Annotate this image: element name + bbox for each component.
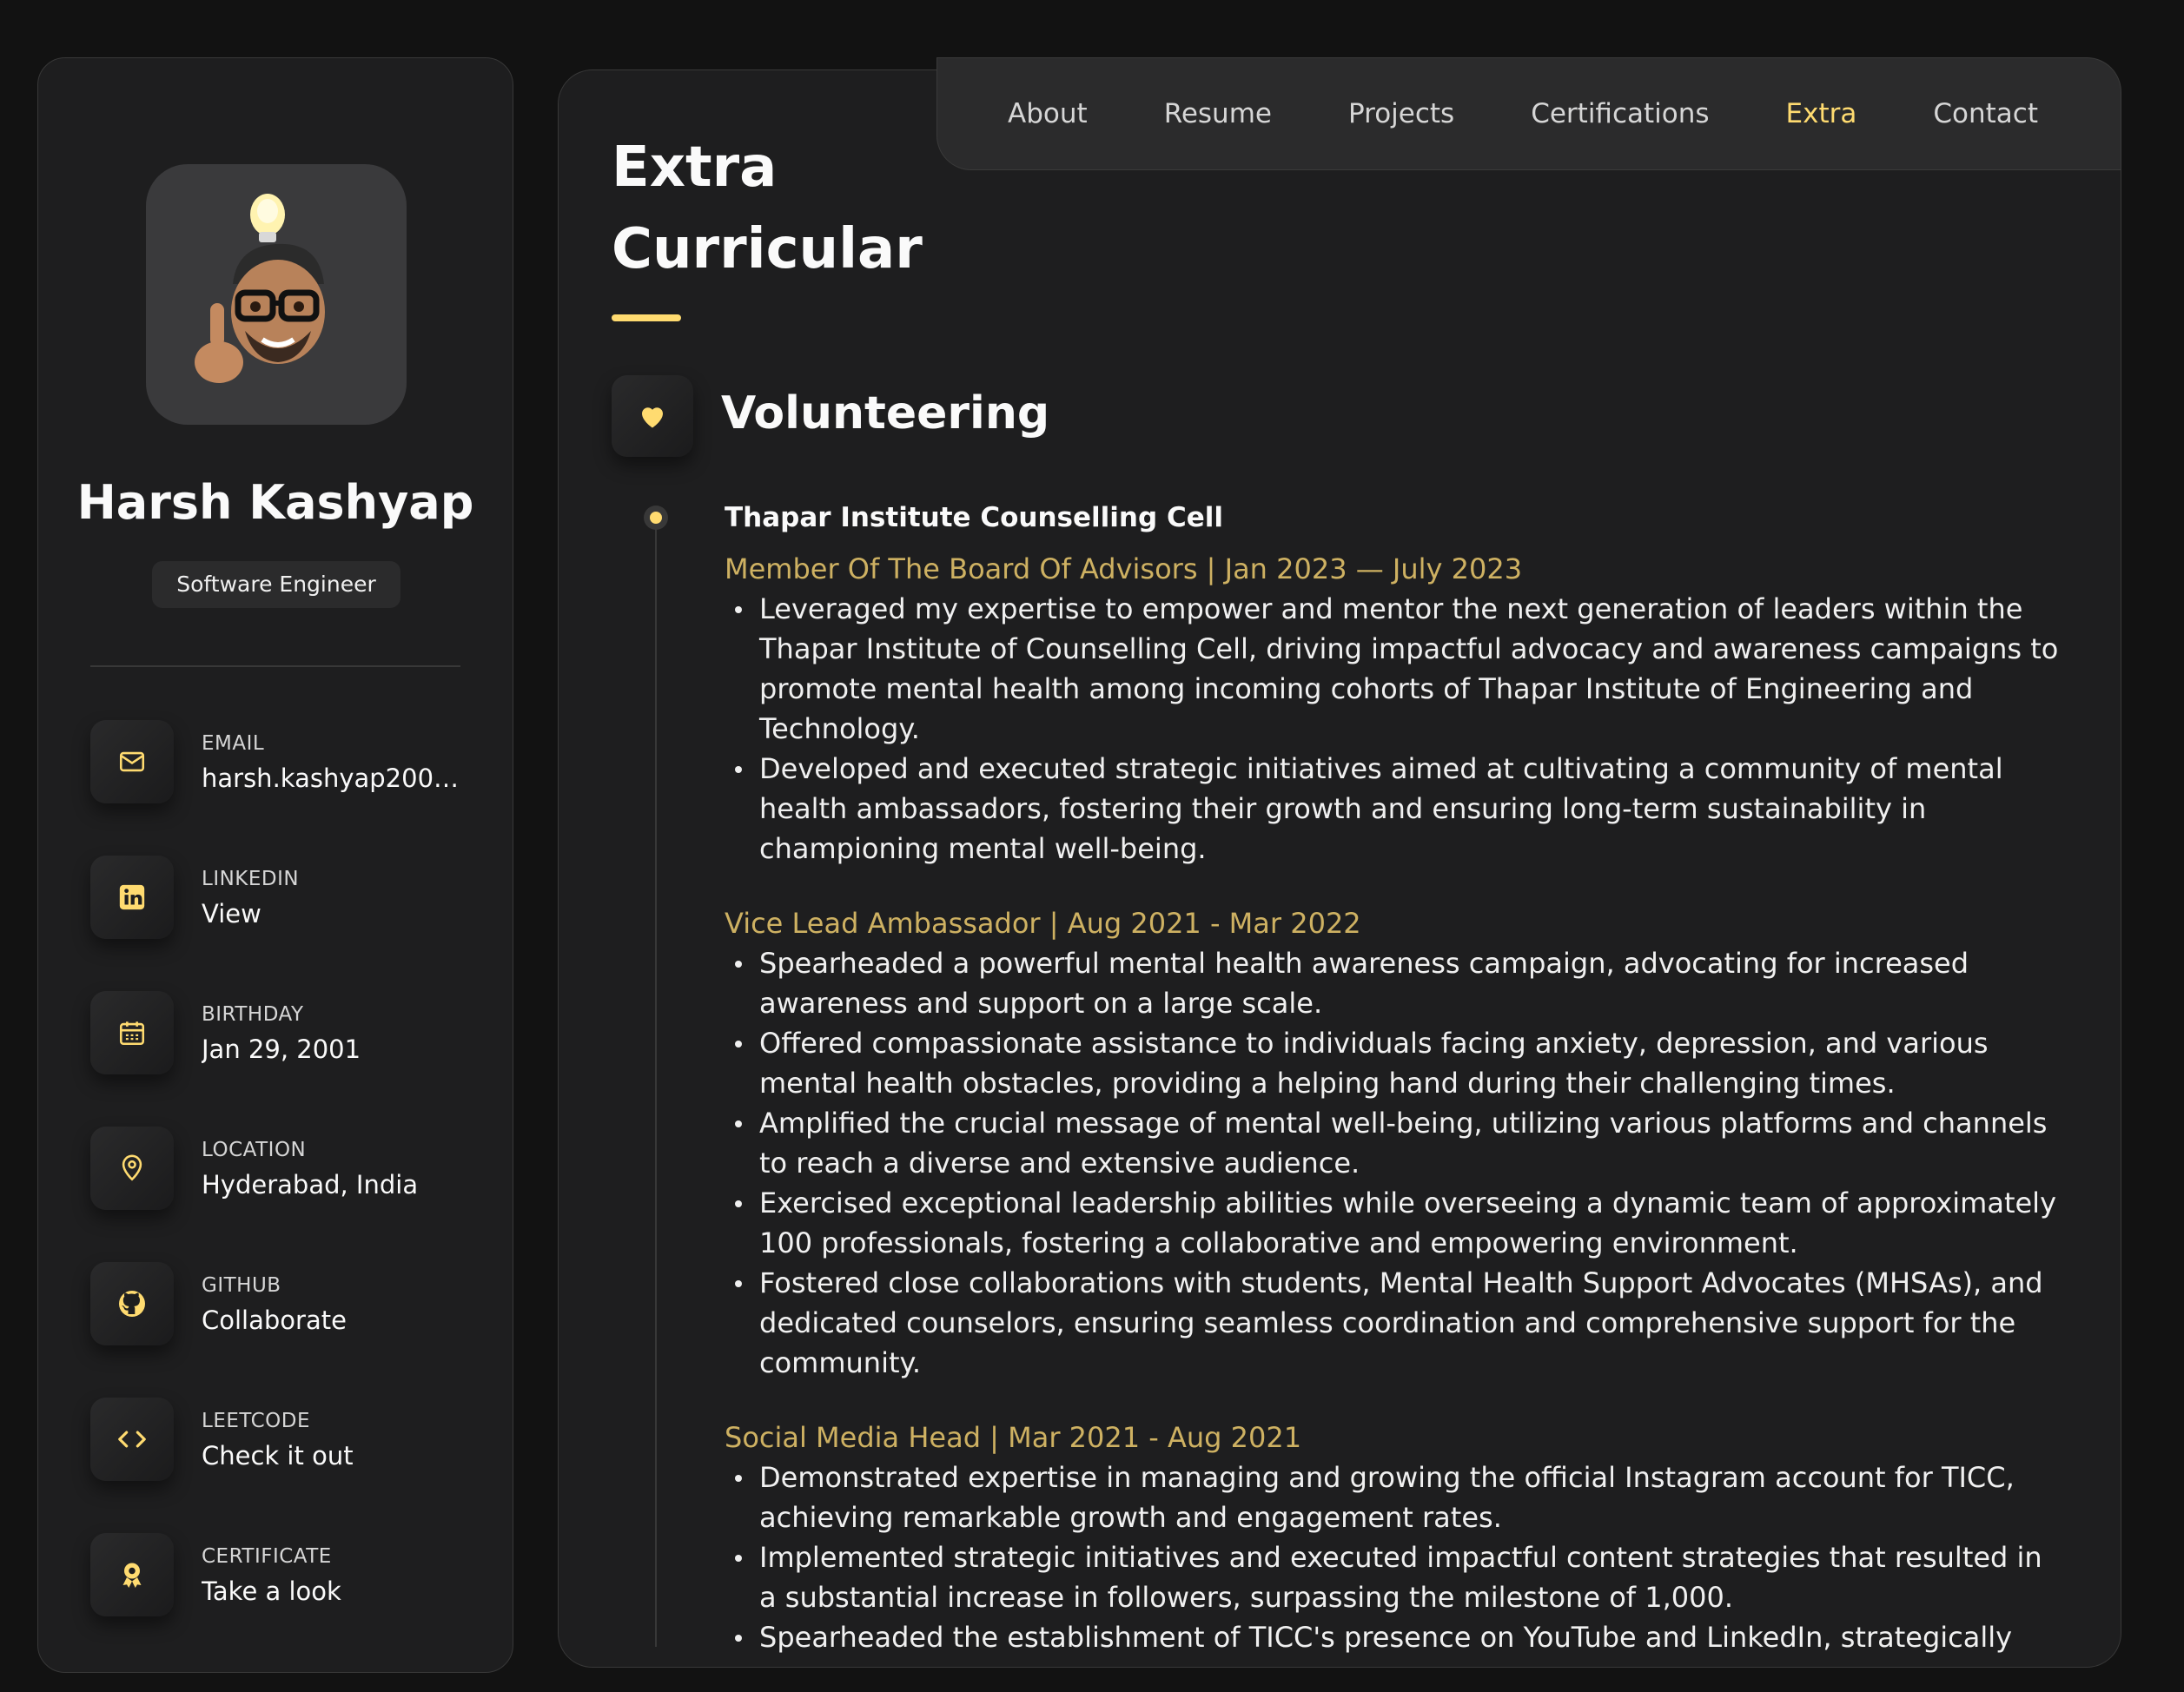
birthday-value: Jan 29, 2001 <box>202 1034 361 1064</box>
github-icon <box>90 1262 174 1345</box>
avatar <box>146 164 407 425</box>
list-item: Spearheaded a powerful mental health awa… <box>735 943 2062 1023</box>
nav-extra[interactable]: Extra <box>1786 98 1857 129</box>
calendar-icon <box>90 991 174 1074</box>
role-heading: Vice Lead Ambassador | Aug 2021 - Mar 20… <box>725 907 1361 940</box>
code-icon <box>90 1398 174 1481</box>
contact-location: LOCATION Hyderabad, India <box>90 1127 464 1213</box>
timeline-content: Thapar Institute Counselling Cell Member… <box>725 497 2062 1692</box>
role-points: Demonstrated expertise in managing and g… <box>725 1457 2062 1657</box>
page-title-line1: Extra <box>612 135 778 200</box>
list-item: Spearheaded the establishment of TICC's … <box>735 1617 2062 1657</box>
nav-contact[interactable]: Contact <box>1933 98 2038 129</box>
contact-certificate: CERTIFICATE Take a look <box>90 1533 464 1620</box>
github-link[interactable]: Collaborate <box>202 1305 347 1335</box>
nav-resume[interactable]: Resume <box>1164 98 1272 129</box>
contact-label: LOCATION <box>202 1139 307 1161</box>
role-heading: Social Media Head | Mar 2021 - Aug 2021 <box>725 1421 1302 1454</box>
timeline-line <box>655 518 657 1647</box>
linkedin-link[interactable]: View <box>202 899 261 929</box>
leetcode-link[interactable]: Check it out <box>202 1441 354 1471</box>
nav-projects[interactable]: Projects <box>1348 98 1454 129</box>
role-heading: Member Of The Board Of Advisors | Jan 20… <box>725 552 1523 585</box>
organization-name: Thapar Institute Counselling Cell <box>725 502 1223 533</box>
sidebar-divider <box>90 665 460 667</box>
role-points: Spearheaded a powerful mental health awa… <box>725 943 2062 1383</box>
location-value: Hyderabad, India <box>202 1170 419 1200</box>
list-item: Exercised exceptional leadership abiliti… <box>735 1183 2062 1263</box>
page-title-line2: Curricular <box>612 217 923 281</box>
profile-sidebar: Harsh Kashyap Software Engineer EMAIL ha… <box>37 57 513 1673</box>
list-item: Developed and executed strategic initiat… <box>735 749 2062 869</box>
section-title: Volunteering <box>721 387 1050 440</box>
list-item: Offered compassionate assistance to indi… <box>735 1023 2062 1103</box>
location-pin-icon <box>90 1127 174 1210</box>
memoji-avatar-icon <box>195 194 325 383</box>
contact-label: LEETCODE <box>202 1410 310 1432</box>
contact-label: CERTIFICATE <box>202 1545 332 1568</box>
top-navbar: About Resume Projects Certifications Ext… <box>936 57 2121 170</box>
contact-github: GITHUB Collaborate <box>90 1262 464 1349</box>
timeline-dot <box>644 506 668 530</box>
contact-linkedin: LINKEDIN View <box>90 856 464 942</box>
contact-birthday: BIRTHDAY Jan 29, 2001 <box>90 991 464 1078</box>
contact-leetcode: LEETCODE Check it out <box>90 1398 464 1484</box>
list-item: Amplified the crucial message of mental … <box>735 1103 2062 1183</box>
nav-certifications[interactable]: Certifications <box>1531 98 1709 129</box>
award-icon <box>90 1533 174 1616</box>
contact-label: GITHUB <box>202 1274 281 1297</box>
list-item: Demonstrated expertise in managing and g… <box>735 1457 2062 1537</box>
mail-icon <box>90 720 174 803</box>
page-title: Extra Curricular <box>612 127 1011 290</box>
heart-icon <box>612 375 693 457</box>
list-item: Fostered close collaborations with stude… <box>735 1263 2062 1383</box>
contact-label: EMAIL <box>202 732 265 755</box>
list-item: Leveraged my expertise to empower and me… <box>735 589 2062 749</box>
title-underline <box>612 314 681 321</box>
contact-email: EMAIL harsh.kashyap2001... <box>90 720 464 807</box>
linkedin-icon <box>90 856 174 939</box>
list-item: Implemented strategic initiatives and ex… <box>735 1537 2062 1617</box>
certificate-link[interactable]: Take a look <box>202 1576 341 1606</box>
role-points: Leveraged my expertise to empower and me… <box>725 589 2062 869</box>
contact-label: LINKEDIN <box>202 868 300 890</box>
job-title-badge: Software Engineer <box>152 561 400 608</box>
nav-about[interactable]: About <box>1008 98 1088 129</box>
contact-label: BIRTHDAY <box>202 1003 304 1026</box>
email-link[interactable]: harsh.kashyap2001... <box>202 763 462 793</box>
profile-name: Harsh Kashyap <box>76 475 474 530</box>
